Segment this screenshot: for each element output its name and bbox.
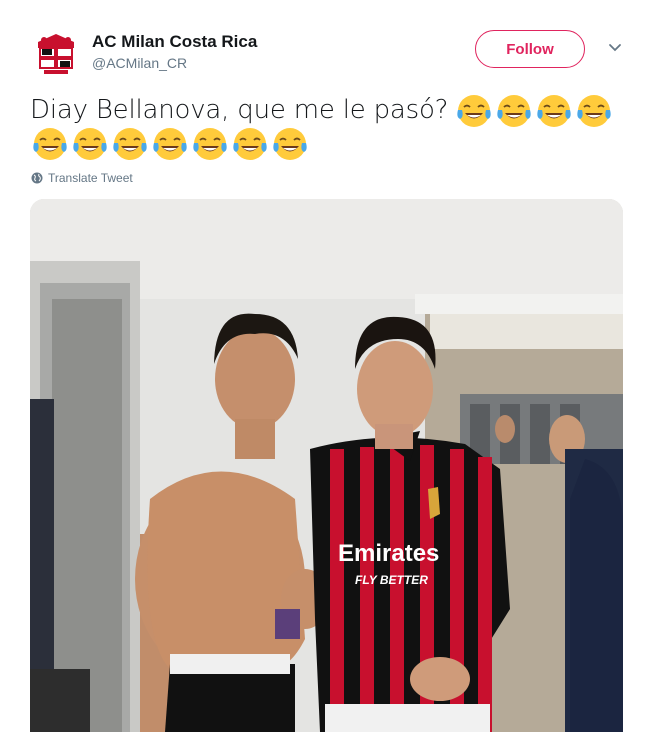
face-with-tears-of-joy-icon	[576, 93, 612, 129]
tweet-photo-image: Emirates FLY BETTER	[30, 199, 623, 732]
face-with-tears-of-joy-icon	[152, 126, 188, 162]
face-with-tears-of-joy-icon	[192, 126, 228, 162]
face-with-tears-of-joy-icon	[72, 126, 108, 162]
face-with-tears-of-joy-icon	[112, 126, 148, 162]
ac-milan-crest-icon	[31, 29, 81, 79]
face-with-tears-of-joy-icon	[456, 93, 492, 129]
face-with-tears-of-joy-icon	[496, 93, 532, 129]
follow-button[interactable]: Follow	[475, 30, 585, 68]
globe-icon	[31, 172, 43, 184]
face-with-tears-of-joy-icon	[232, 126, 268, 162]
emoji-line-1	[456, 93, 612, 129]
avatar[interactable]	[30, 28, 82, 80]
chevron-down-icon[interactable]	[607, 40, 623, 56]
tweet-text-body: Diay Bellanova, que me le pasó?	[30, 95, 449, 125]
jersey-sponsor-text: Emirates	[338, 540, 439, 567]
user-handle[interactable]: @ACMilan_CR	[92, 55, 187, 71]
translate-tweet-label: Translate Tweet	[48, 171, 133, 185]
face-with-tears-of-joy-icon	[536, 93, 572, 129]
face-with-tears-of-joy-icon	[32, 126, 68, 162]
jersey-tagline-text: FLY BETTER	[355, 573, 428, 587]
face-with-tears-of-joy-icon	[272, 126, 308, 162]
emoji-line-2	[32, 126, 308, 162]
translate-tweet-link[interactable]: Translate Tweet	[31, 171, 133, 185]
tweet-photo[interactable]: Emirates FLY BETTER	[30, 199, 623, 732]
tweet-header: AC Milan Costa Rica @ACMilan_CR Follow	[30, 28, 630, 82]
display-name[interactable]: AC Milan Costa Rica	[92, 32, 257, 52]
tweet-text: Diay Bellanova, que me le pasó?	[30, 90, 620, 130]
